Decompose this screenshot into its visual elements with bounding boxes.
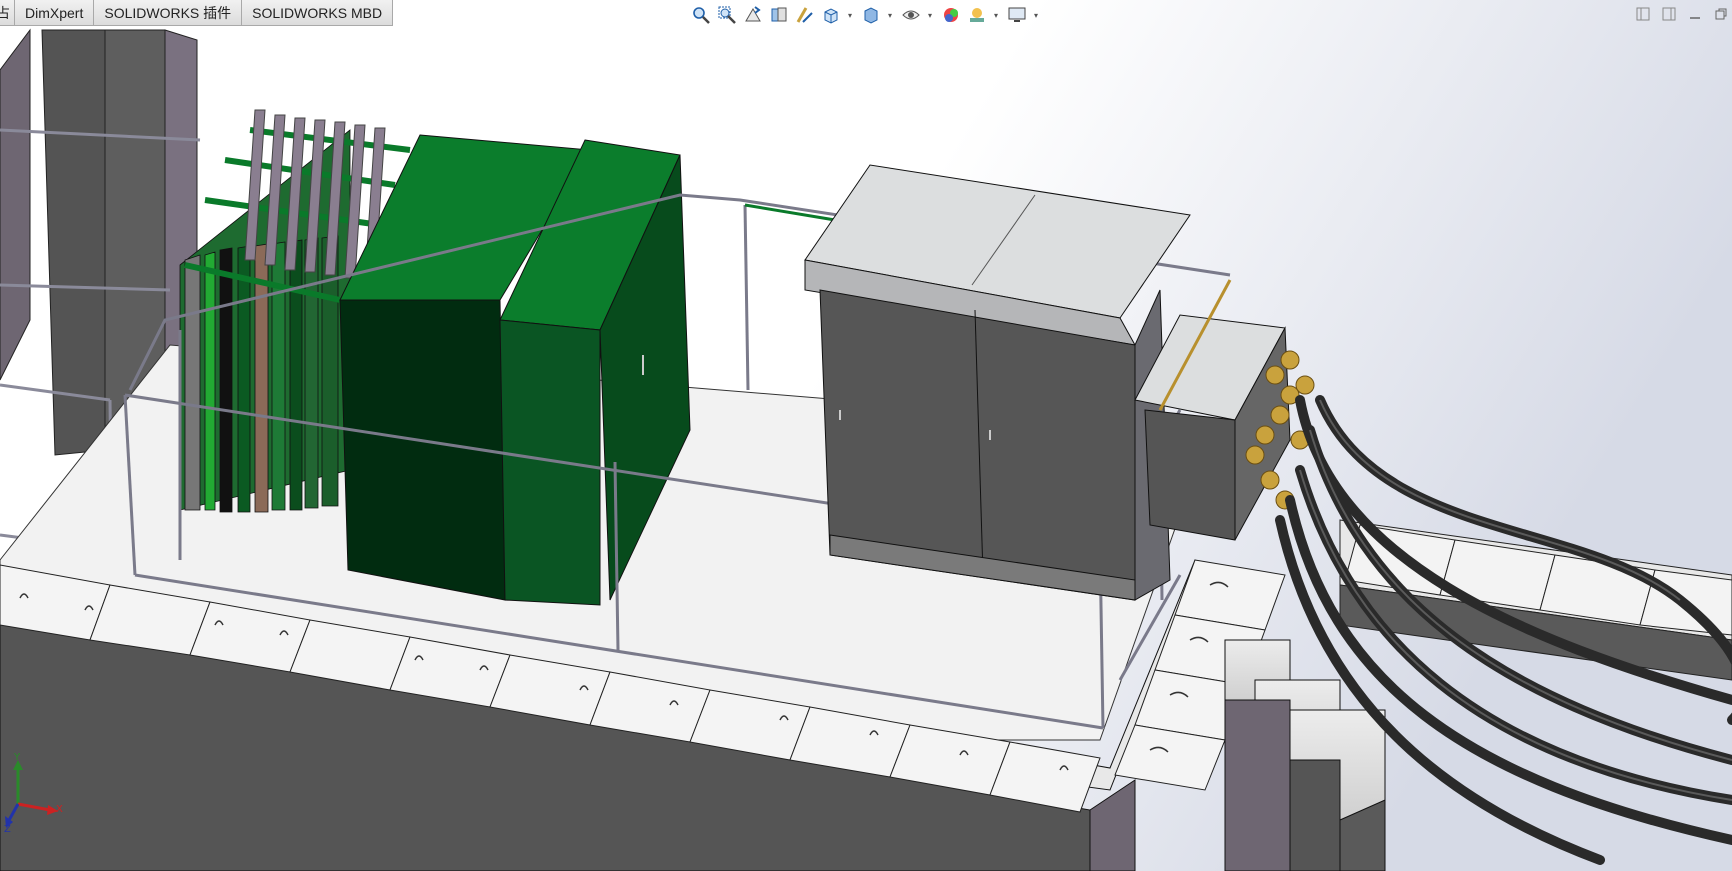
view-settings-dropdown[interactable]: ▾ [1032,11,1040,20]
hide-show-items-icon[interactable] [900,4,922,26]
tab-solidworks-addins[interactable]: SOLIDWORKS 插件 [94,0,243,26]
restore-icon[interactable] [1710,6,1732,22]
axis-triad-icon [5,760,58,828]
edit-appearance-icon[interactable] [940,4,962,26]
display-style-dropdown[interactable]: ▾ [886,11,894,20]
minimize-icon[interactable] [1684,6,1706,22]
view-orientation-icon[interactable] [820,4,842,26]
zoom-to-fit-icon[interactable] [690,4,712,26]
heads-up-view-toolbar: ▾ ▾ ▾ ▾ ▾ [690,4,1046,26]
command-manager-tabs: 占 DimXpert SOLIDWORKS 插件 SOLIDWORKS MBD [0,0,394,27]
dynamic-annotation-icon[interactable] [794,4,816,26]
view-settings-icon[interactable] [1006,4,1028,26]
section-view-icon[interactable] [768,4,790,26]
reference-triad[interactable]: Y X Z [4,752,64,836]
apply-scene-dropdown[interactable]: ▾ [992,11,1000,20]
display-style-icon[interactable] [860,4,882,26]
apply-scene-icon[interactable] [966,4,988,26]
split-right-icon[interactable] [1658,6,1680,22]
split-left-icon[interactable] [1632,6,1654,22]
switchgear-cabinet [804,164,1191,601]
viewport-window-controls [1628,6,1732,22]
tab-partial[interactable]: 占 [0,0,15,26]
triad-x-label: X [56,804,63,815]
zoom-to-area-icon[interactable] [716,4,738,26]
tab-solidworks-mbd[interactable]: SOLIDWORKS MBD [242,0,394,26]
hide-show-dropdown[interactable]: ▾ [926,11,934,20]
tab-dimxpert[interactable]: DimXpert [15,0,95,26]
view-orientation-dropdown[interactable]: ▾ [846,11,854,20]
model-view [0,0,1732,871]
previous-view-icon[interactable] [742,4,764,26]
triad-y-label: Y [14,752,21,763]
triad-z-label: Z [4,824,11,835]
graphics-area[interactable] [0,0,1732,871]
